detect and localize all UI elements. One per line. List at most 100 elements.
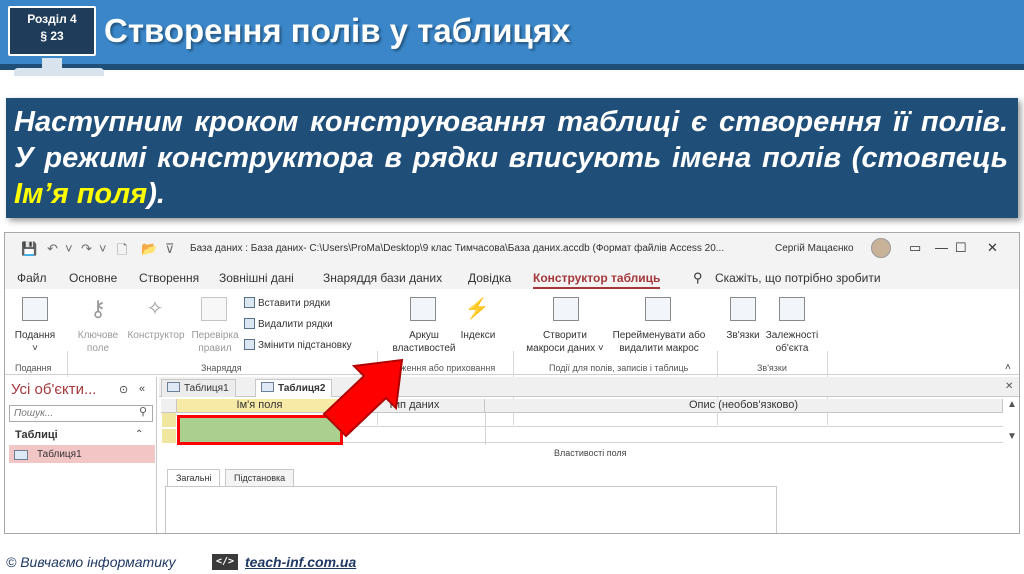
column-divider: [485, 413, 486, 445]
maximize-icon[interactable]: ☐: [955, 240, 967, 256]
rename-macro-icon[interactable]: [645, 297, 671, 321]
tell-me-search[interactable]: Скажіть, що потрібно зробити: [715, 271, 881, 285]
builder-wand-icon: ✧: [146, 298, 164, 320]
primary-key-label: Ключове: [77, 330, 119, 341]
nav-group-tables[interactable]: Таблиці: [15, 429, 58, 441]
rename-macro-label: Перейменувати або: [612, 330, 706, 341]
nav-menu-chevron-icon[interactable]: ⊙: [119, 383, 128, 396]
relationships-button[interactable]: Зв'язки: [721, 329, 765, 342]
ribbon-options-icon[interactable]: ▭: [909, 240, 921, 256]
tab-create[interactable]: Створення: [139, 271, 199, 285]
new-file-icon[interactable]: 🗋: [117, 241, 127, 263]
table-icon: [261, 382, 274, 392]
object-dependencies-button[interactable]: Залежності об'єкта: [761, 329, 823, 355]
primary-key-label-2: поле: [86, 343, 110, 354]
redo-icon[interactable]: ↷: [81, 241, 92, 257]
search-icon[interactable]: ⚲: [139, 405, 147, 418]
open-folder-icon[interactable]: 📂: [141, 241, 157, 257]
create-macros-label-2: макроси даних ˅: [526, 343, 604, 354]
section-label: Розділ 4 § 23: [8, 11, 96, 45]
arrow-shape: [322, 358, 404, 438]
row-selector-header: [161, 399, 177, 413]
group-views-label: Подання: [15, 363, 52, 373]
window-title: База даних : База даних- C:\Users\ProMa\…: [190, 243, 725, 254]
header-underline: [0, 64, 1024, 70]
view-button[interactable]: Подання ˅: [9, 329, 61, 355]
builder-button[interactable]: Конструктор: [123, 329, 189, 342]
undo-icon[interactable]: ↶: [47, 241, 58, 257]
page-title: Створення полів у таблицях: [104, 12, 571, 49]
indexes-button[interactable]: Індекси: [457, 329, 499, 342]
dropdown-icon[interactable]: ˅: [99, 241, 107, 256]
field-properties-panel: [165, 486, 777, 533]
paragraph-number: § 23: [40, 29, 64, 43]
close-icon[interactable]: ✕: [987, 240, 998, 256]
section-number: Розділ 4: [27, 12, 77, 26]
intro-highlight: Ім’я поля: [14, 178, 148, 210]
dropdown-icon[interactable]: ˅: [65, 241, 73, 256]
modify-lookups-icon: [244, 339, 255, 350]
chevron-up-icon[interactable]: ⌃: [135, 429, 143, 440]
key-icon: ⚷: [89, 296, 107, 321]
object-dependencies-icon[interactable]: [779, 297, 805, 321]
tab-table-design[interactable]: Конструктор таблиць: [533, 271, 661, 289]
group-tools-label: Знаряддя: [201, 363, 242, 373]
column-header-description[interactable]: Опис (необов'язково): [485, 399, 1003, 413]
title-bar: 💾 ↶ ˅ ↷ ˅ 🗋 📂 ⊽ База даних : База даних-…: [5, 233, 1019, 265]
nav-item-label: Таблиця1: [37, 449, 82, 460]
tab-general[interactable]: Загальні: [167, 469, 221, 487]
code-icon: </>: [212, 554, 238, 570]
test-rules-label: Перевірка: [191, 330, 239, 341]
indexes-lightning-icon[interactable]: ⚡: [463, 297, 491, 321]
property-sheet-icon[interactable]: [410, 297, 436, 321]
insert-rows-label: Вставити рядки: [258, 298, 331, 309]
minimize-icon[interactable]: —: [935, 240, 948, 255]
create-macros-icon[interactable]: [553, 297, 579, 321]
object-dependencies-label: Залежності: [765, 330, 819, 341]
field-properties-label: Властивості поля: [554, 448, 627, 458]
red-arrow-icon: [322, 358, 404, 438]
view-button-label: Подання: [14, 330, 56, 341]
ribbon: Подання ˅ Подання ⚷ Ключове поле ✧ Констру…: [5, 289, 1019, 425]
create-data-macros-button[interactable]: Створити макроси даних ˅: [517, 329, 613, 355]
test-rules-label-2: правил: [198, 343, 232, 354]
intro-text-main: Наступним кроком конструювання таблиці є…: [14, 106, 1008, 174]
object-dependencies-label-2: об'єкта: [775, 343, 809, 354]
avatar[interactable]: [871, 238, 891, 258]
tab-home[interactable]: Основне: [69, 271, 117, 285]
rename-delete-macro-button[interactable]: Перейменувати або видалити макрос: [605, 329, 713, 355]
relationships-icon[interactable]: [730, 297, 756, 321]
view-icon[interactable]: [22, 297, 48, 321]
tab-database-tools[interactable]: Знаряддя бази даних: [323, 271, 442, 285]
scroll-down-icon[interactable]: ▼: [1007, 431, 1017, 442]
navigation-pane: Усі об'єкти... ⊙ « ⚲ Таблиці ⌃ Таблиця1: [5, 377, 157, 533]
nav-search-input[interactable]: [9, 405, 153, 422]
row-selector[interactable]: [162, 429, 176, 443]
tab-file[interactable]: Файл: [17, 271, 47, 285]
nav-item-table1[interactable]: [9, 445, 155, 463]
test-rules-button[interactable]: Перевірка правил: [187, 329, 243, 355]
table-icon: [14, 450, 28, 460]
nav-collapse-icon[interactable]: «: [139, 383, 145, 395]
create-macros-label: Створити: [543, 330, 587, 341]
collapse-ribbon-icon[interactable]: ˄: [1005, 361, 1011, 374]
primary-key-button[interactable]: Ключове поле: [73, 329, 123, 355]
nav-pane-title[interactable]: Усі об'єкти...: [11, 381, 96, 398]
slide: Розділ 4 § 23 Створення полів у таблицях…: [0, 0, 1024, 574]
insert-rows-icon: [244, 297, 255, 308]
footer-link[interactable]: teach-inf.com.ua: [245, 554, 356, 570]
footer-copyright: © Вивчаємо інформатику: [6, 554, 176, 570]
intro-text: Наступним кроком конструювання таблиці є…: [14, 104, 1008, 212]
delete-rows-icon: [244, 318, 255, 329]
close-doc-icon[interactable]: ✕: [1005, 381, 1013, 392]
row-selector[interactable]: [162, 413, 176, 427]
group-events-label: Події для полів, записів і таблиць: [549, 363, 689, 373]
customize-icon[interactable]: ⊽: [165, 241, 175, 257]
tab-help[interactable]: Довідка: [468, 271, 511, 285]
insert-rows-button[interactable]: Вставити рядки: [244, 297, 330, 309]
tab-lookup[interactable]: Підстановка: [225, 469, 295, 487]
tab-external-data[interactable]: Зовнішні дані: [219, 271, 294, 285]
scroll-up-icon[interactable]: ▲: [1007, 399, 1017, 410]
user-name[interactable]: Сергій Мацаєнко: [775, 243, 854, 254]
save-icon[interactable]: 💾: [21, 241, 37, 257]
